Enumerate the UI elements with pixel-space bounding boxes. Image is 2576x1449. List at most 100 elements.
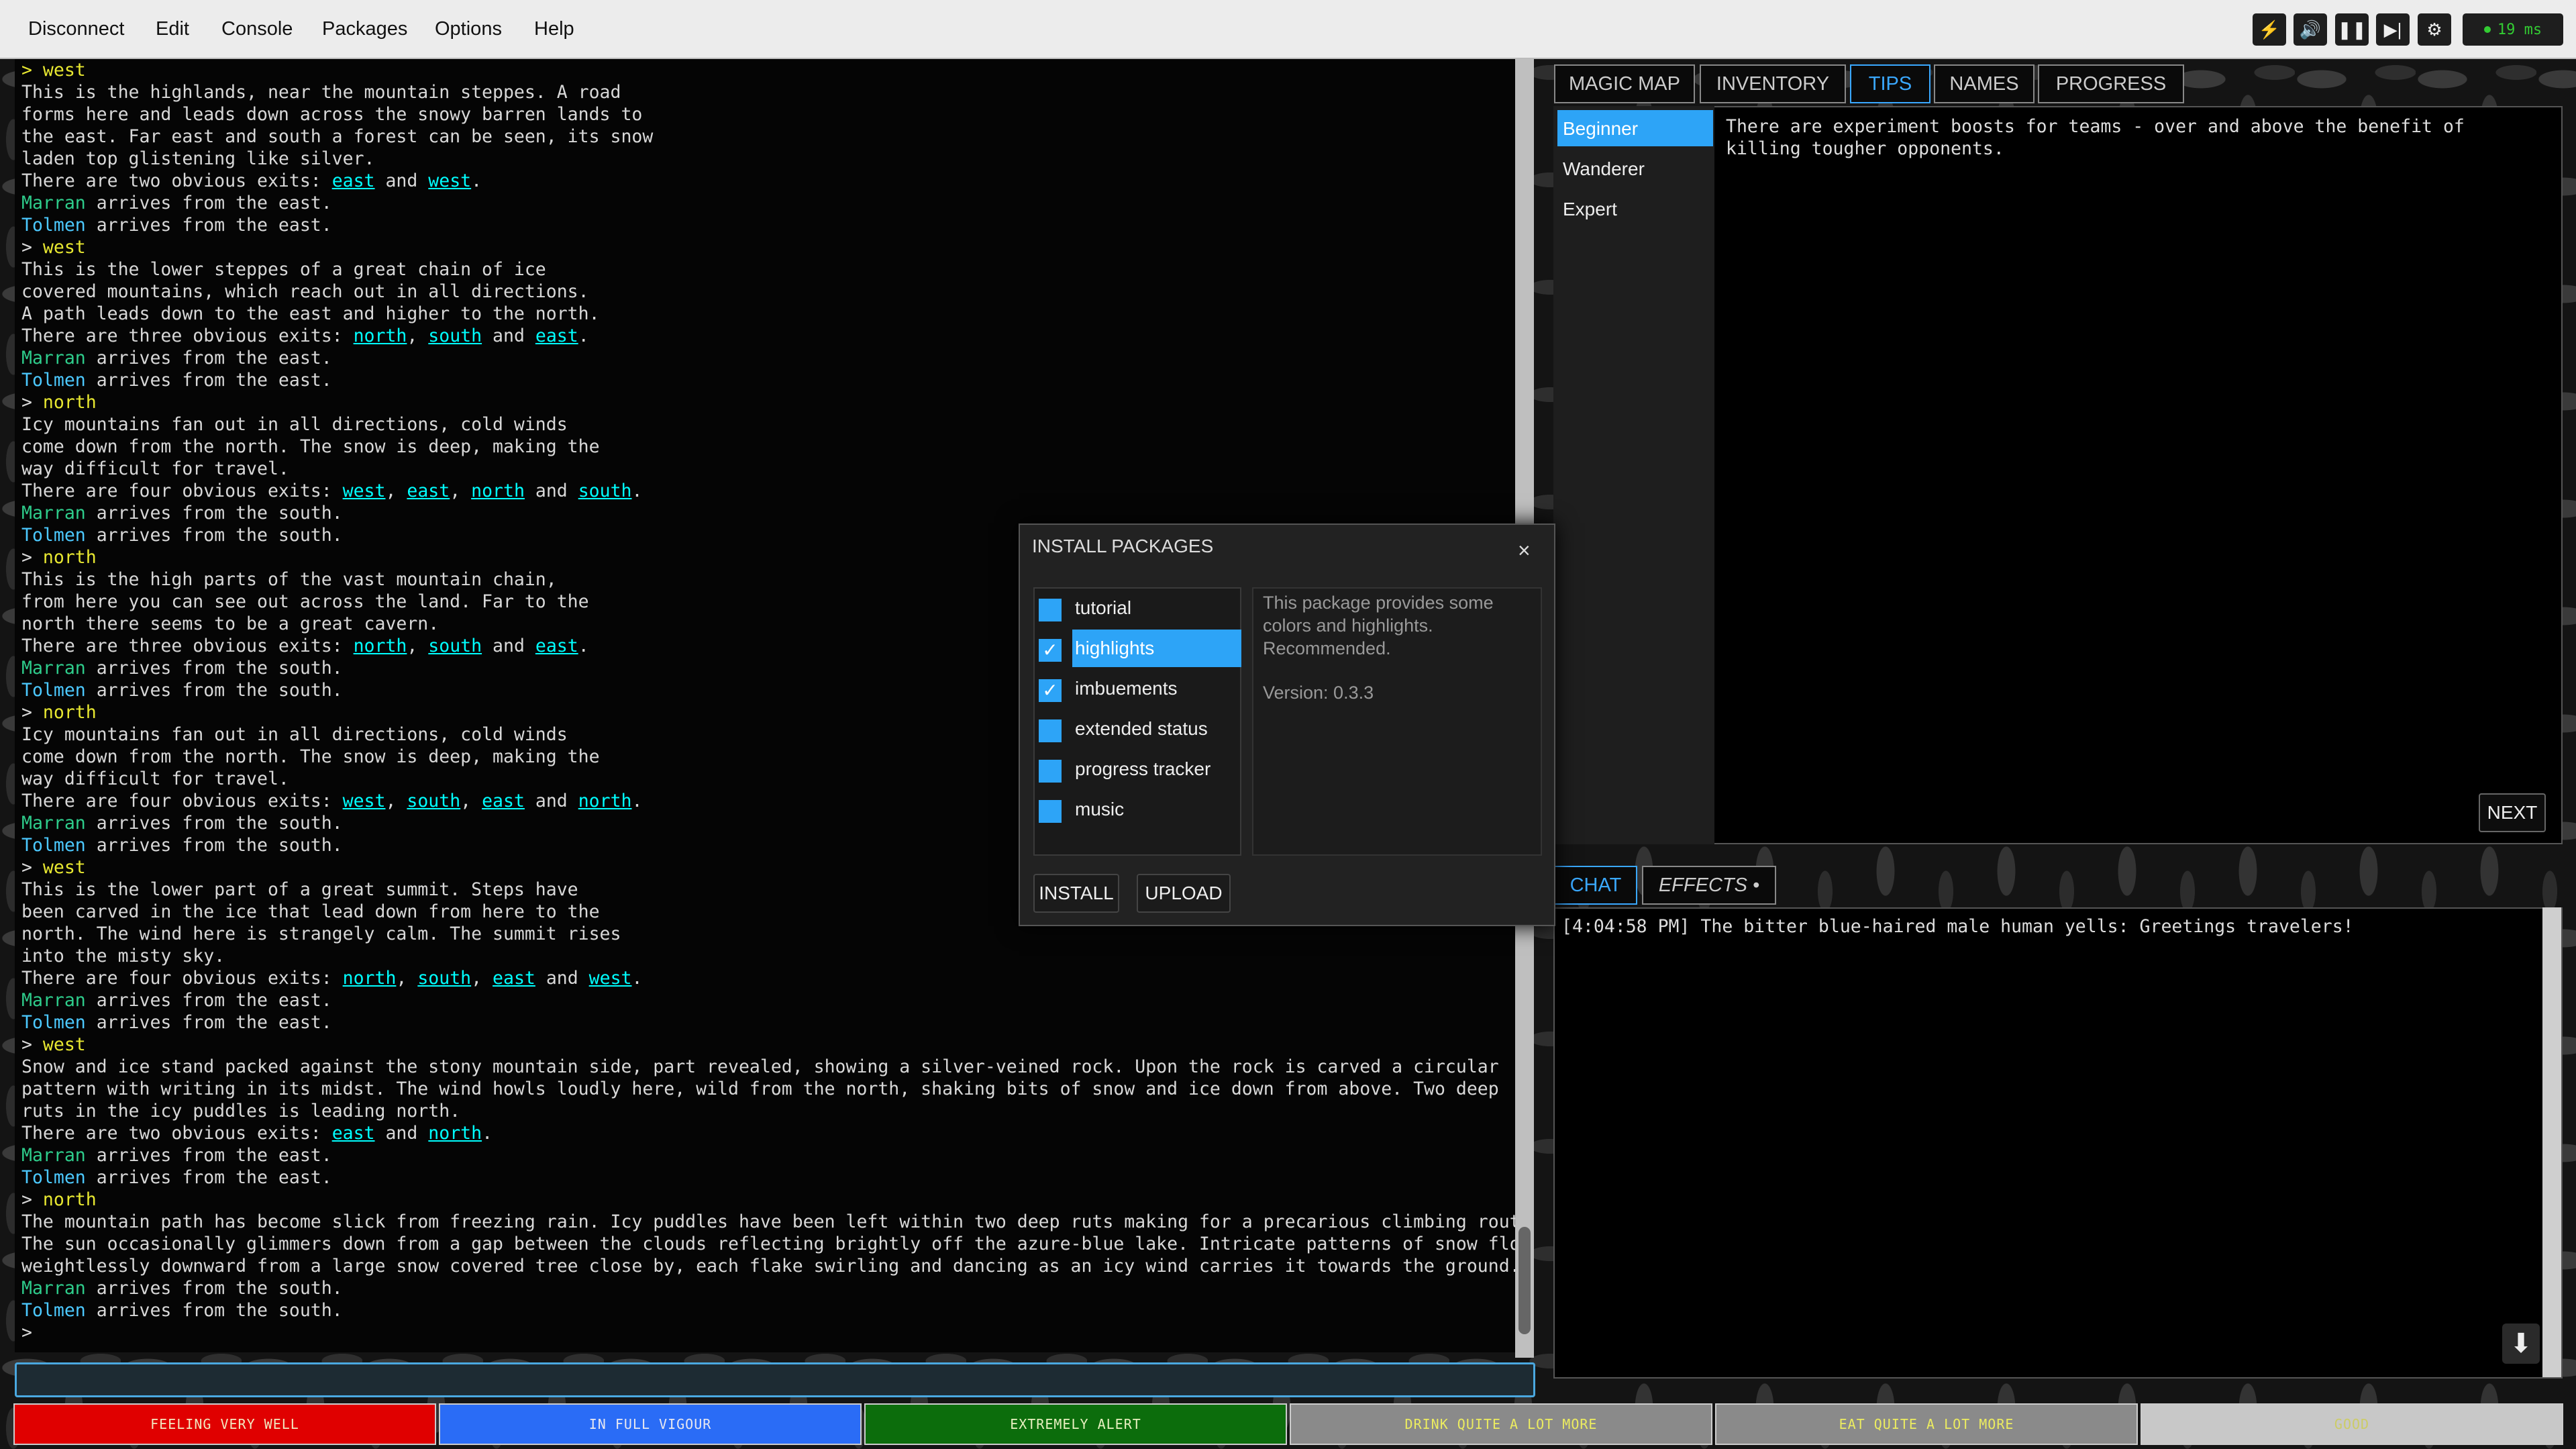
- output-text-segment: .: [631, 481, 643, 501]
- output-text-segment: There are three obvious exits:: [21, 326, 354, 346]
- output-text-segment: ,: [450, 481, 472, 501]
- exit-link[interactable]: south: [578, 481, 632, 501]
- tab-magic-map[interactable]: MAGIC MAP: [1554, 64, 1695, 103]
- tab-tips[interactable]: TIPS: [1850, 64, 1930, 103]
- package-checkbox[interactable]: [1039, 719, 1062, 742]
- chat-scrollbar[interactable]: [2542, 907, 2561, 1377]
- menu-edit[interactable]: Edit: [156, 18, 189, 40]
- output-line: > west: [21, 1034, 1518, 1056]
- output-line: Marran arrives from the east.: [21, 347, 1518, 369]
- output-text-segment: .: [578, 636, 589, 656]
- tip-level-expert[interactable]: Expert: [1557, 191, 1713, 227]
- package-row[interactable]: tutorial: [1037, 589, 1243, 627]
- next-tip-button[interactable]: NEXT: [2479, 793, 2546, 832]
- menu-console[interactable]: Console: [221, 18, 293, 40]
- output-text-segment: arrives from the east.: [85, 348, 332, 368]
- exit-link[interactable]: east: [332, 170, 375, 191]
- package-row[interactable]: extended status: [1037, 710, 1243, 748]
- exit-link[interactable]: south: [428, 636, 482, 656]
- tab-names[interactable]: NAMES: [1934, 64, 2034, 103]
- exit-link[interactable]: north: [354, 636, 407, 656]
- output-line: come down from the north. The snow is de…: [21, 436, 1518, 458]
- gear-icon[interactable]: ⚙: [2418, 13, 2451, 46]
- tip-level-beginner[interactable]: Beginner: [1557, 110, 1713, 146]
- package-label[interactable]: highlights: [1072, 630, 1241, 667]
- scrollbar-thumb[interactable]: [1518, 1227, 1531, 1334]
- package-row[interactable]: ✓ imbuements: [1037, 670, 1243, 707]
- output-text-segment: laden top glistening like silver.: [21, 148, 375, 169]
- command-echo: west: [42, 237, 86, 258]
- exit-link[interactable]: east: [407, 481, 450, 501]
- menu-packages[interactable]: Packages: [322, 18, 407, 40]
- player-name: Tolmen: [21, 1300, 86, 1321]
- skip-forward-icon[interactable]: ▶|: [2376, 13, 2410, 46]
- menu-disconnect[interactable]: Disconnect: [28, 18, 124, 40]
- exit-link[interactable]: north: [578, 791, 632, 811]
- lightning-icon[interactable]: ⚡: [2253, 13, 2286, 46]
- package-row[interactable]: ✓ highlights: [1037, 630, 1243, 667]
- output-text-segment: north. The wind here is strangely calm. …: [21, 923, 621, 944]
- player-name: Marran: [21, 658, 86, 679]
- tab-effects[interactable]: EFFECTS •: [1642, 866, 1776, 905]
- exit-link[interactable]: west: [343, 481, 386, 501]
- package-checkbox[interactable]: ✓: [1039, 679, 1062, 702]
- output-text-segment: This is the high parts of the vast mount…: [21, 569, 557, 590]
- command-input[interactable]: [15, 1362, 1535, 1397]
- menu-options[interactable]: Options: [435, 18, 502, 40]
- player-name: Marran: [21, 990, 86, 1011]
- player-name: Tolmen: [21, 215, 86, 236]
- status-dot-icon: [2483, 26, 2491, 33]
- player-name: Tolmen: [21, 525, 86, 546]
- package-label[interactable]: imbuements: [1072, 670, 1241, 707]
- package-checkbox[interactable]: [1039, 760, 1062, 783]
- output-line: This is the lower steppes of a great cha…: [21, 258, 1518, 281]
- exit-link[interactable]: west: [428, 170, 471, 191]
- output-text-segment: Icy mountains fan out in all directions,…: [21, 414, 568, 435]
- close-icon[interactable]: ×: [1518, 538, 1531, 563]
- exit-link[interactable]: east: [482, 791, 525, 811]
- package-row[interactable]: music: [1037, 791, 1243, 828]
- output-line: Tolmen arrives from the east.: [21, 214, 1518, 236]
- output-text-segment: >: [21, 1034, 43, 1055]
- install-button[interactable]: INSTALL: [1033, 874, 1119, 913]
- pause-icon[interactable]: ❚❚: [2335, 13, 2369, 46]
- exit-link[interactable]: south: [407, 791, 460, 811]
- output-text-segment: north there seems to be a great cavern.: [21, 613, 440, 634]
- exit-link[interactable]: north: [343, 968, 397, 989]
- output-text-segment: The sun occasionally glimmers down from …: [21, 1234, 1518, 1254]
- exit-link[interactable]: west: [589, 968, 632, 989]
- exit-link[interactable]: east: [535, 326, 578, 346]
- package-checkbox[interactable]: [1039, 800, 1062, 823]
- exit-link[interactable]: east: [493, 968, 535, 989]
- tab-progress[interactable]: PROGRESS: [2038, 64, 2184, 103]
- package-label[interactable]: extended status: [1072, 710, 1241, 748]
- package-label[interactable]: music: [1072, 791, 1241, 828]
- output-text-segment: and: [374, 170, 429, 191]
- exit-link[interactable]: south: [428, 326, 482, 346]
- tip-level-wanderer[interactable]: Wanderer: [1557, 150, 1713, 187]
- package-checkbox[interactable]: [1039, 599, 1062, 621]
- scroll-down-icon[interactable]: ⬇: [2502, 1323, 2540, 1364]
- exit-link[interactable]: east: [535, 636, 578, 656]
- package-label[interactable]: progress tracker: [1072, 750, 1241, 788]
- tab-chat[interactable]: CHAT: [1554, 866, 1637, 905]
- package-checkbox[interactable]: ✓: [1039, 639, 1062, 662]
- player-name: Tolmen: [21, 1012, 86, 1033]
- output-line: the east. Far east and south a forest ca…: [21, 126, 1518, 148]
- upload-button[interactable]: UPLOAD: [1137, 874, 1231, 913]
- volume-icon[interactable]: 🔊: [2294, 13, 2327, 46]
- package-row[interactable]: progress tracker: [1037, 750, 1243, 788]
- tab-inventory[interactable]: INVENTORY: [1700, 64, 1846, 103]
- exit-link[interactable]: north: [354, 326, 407, 346]
- output-text-segment: and: [524, 791, 578, 811]
- output-text-segment: come down from the north. The snow is de…: [21, 436, 600, 457]
- exit-link[interactable]: north: [428, 1123, 482, 1144]
- exit-link[interactable]: west: [343, 791, 386, 811]
- output-line: into the misty sky.: [21, 945, 1518, 967]
- menu-help[interactable]: Help: [534, 18, 574, 40]
- exit-link[interactable]: north: [471, 481, 525, 501]
- package-label[interactable]: tutorial: [1072, 589, 1241, 627]
- exit-link[interactable]: east: [332, 1123, 375, 1144]
- exit-link[interactable]: south: [417, 968, 471, 989]
- player-name: Marran: [21, 193, 86, 213]
